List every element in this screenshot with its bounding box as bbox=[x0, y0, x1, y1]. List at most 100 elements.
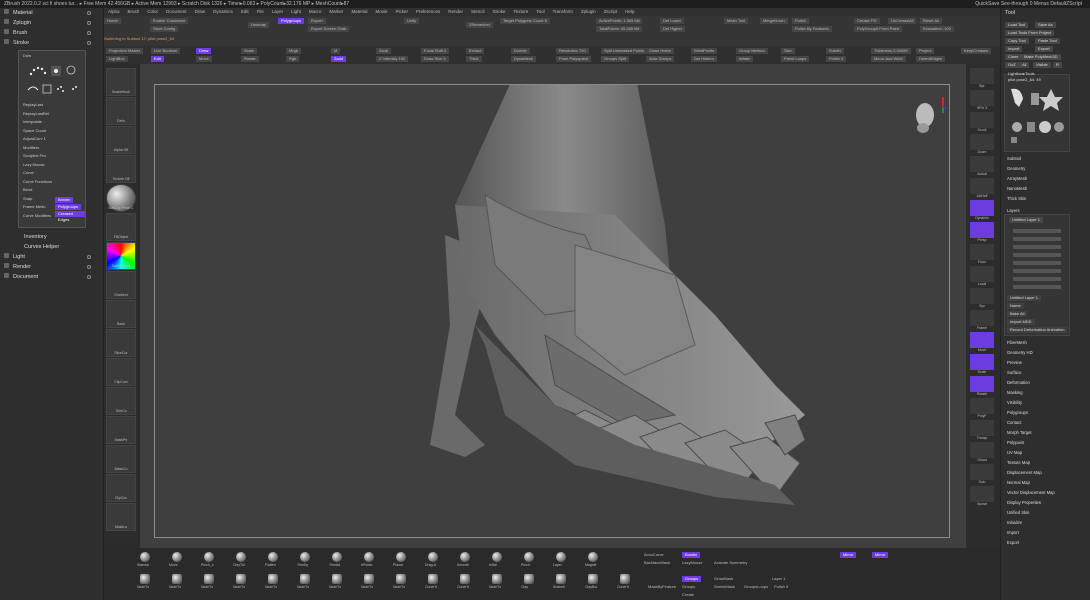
shelf-button[interactable]: Store Config bbox=[150, 26, 179, 32]
tool-button[interactable]: Copy Tool bbox=[1005, 38, 1029, 44]
tool-menu-item[interactable]: Polygroups bbox=[1007, 408, 1028, 418]
shelf-button[interactable]: MergeDown bbox=[760, 18, 788, 24]
shelf-control[interactable]: Panel Loops bbox=[781, 56, 810, 62]
shelf-control[interactable]: M bbox=[331, 48, 341, 54]
gear-icon[interactable] bbox=[87, 255, 91, 259]
shelf-control[interactable]: Split Unmasked Points bbox=[601, 48, 648, 54]
view-tool-icon[interactable] bbox=[970, 398, 994, 414]
brush-icon[interactable] bbox=[556, 574, 566, 584]
shelf-control[interactable]: WeldPoints bbox=[691, 48, 718, 54]
palette-brush[interactable]: Brush bbox=[4, 28, 27, 38]
tool-menu-item[interactable]: NanoMesh bbox=[1007, 184, 1027, 194]
stroke-row[interactable]: Curve Functions bbox=[23, 178, 52, 185]
shelf-control[interactable]: Thickness 0.00059 bbox=[871, 48, 911, 54]
brush-icon[interactable] bbox=[236, 552, 246, 562]
bottom-control[interactable]: GroupsLoops bbox=[744, 584, 768, 590]
bottom-control[interactable]: Activate Symmetry bbox=[714, 560, 747, 566]
shelf-control[interactable]: Auto Groups bbox=[646, 56, 675, 62]
shelf-button[interactable]: Del Higher bbox=[660, 26, 685, 32]
stroke-mesh-button[interactable]: Border bbox=[55, 197, 74, 203]
menu-stencil[interactable]: Stencil bbox=[467, 8, 489, 16]
tool-menu-item[interactable]: Deformation bbox=[1007, 378, 1030, 388]
shelf-control[interactable]: Rgb bbox=[286, 56, 300, 62]
shelf-button[interactable]: Crease PG bbox=[854, 18, 880, 24]
menu-render[interactable]: Render bbox=[444, 8, 467, 16]
tool-menu-item[interactable]: ArrayMesh bbox=[1007, 174, 1027, 184]
orientation-head-icon[interactable] bbox=[907, 93, 947, 137]
menu-light[interactable]: Light bbox=[287, 8, 305, 16]
shelf-control[interactable]: Project bbox=[916, 48, 935, 54]
view-tool-icon[interactable] bbox=[970, 464, 994, 480]
shelf-control[interactable]: Zsub bbox=[376, 48, 391, 54]
shelf-control[interactable]: Mrgb bbox=[286, 48, 302, 54]
shelf-control[interactable]: Size bbox=[781, 48, 795, 54]
menu-transform[interactable]: Transform bbox=[549, 8, 577, 16]
brush-icon[interactable] bbox=[588, 552, 598, 562]
shelf-button[interactable]: Evaluation -100 bbox=[920, 26, 954, 32]
stroke-row[interactable]: Lazy Mouse bbox=[23, 161, 45, 168]
gear-icon[interactable] bbox=[87, 265, 91, 269]
tool-button[interactable]: Visible bbox=[1033, 62, 1051, 68]
gear-icon[interactable] bbox=[87, 275, 91, 279]
brush-icon[interactable] bbox=[172, 552, 182, 562]
tool-menu-item[interactable]: Normal Map bbox=[1007, 478, 1030, 488]
shelf-control[interactable]: Zadd bbox=[331, 56, 347, 62]
menu-layer[interactable]: Layer bbox=[268, 8, 287, 16]
shelf-control[interactable]: Scale bbox=[241, 48, 258, 54]
tool-menu-item[interactable]: Subtool bbox=[1007, 154, 1021, 164]
stroke-types-grid[interactable] bbox=[23, 60, 83, 98]
view-tool-icon[interactable] bbox=[970, 244, 994, 260]
shelf-control[interactable]: DetectEdges bbox=[916, 56, 945, 62]
stroke-row[interactable]: Sculptris Pro bbox=[23, 152, 46, 159]
tool-button[interactable]: R bbox=[1053, 62, 1062, 68]
tool-menu-item[interactable]: Texture Map bbox=[1007, 458, 1030, 468]
shelf-button[interactable]: Export Screen Grab bbox=[308, 26, 350, 32]
bottom-control[interactable]: Groups bbox=[682, 576, 702, 582]
menu-file[interactable]: File bbox=[253, 8, 268, 16]
bottom-control[interactable]: Mirror bbox=[872, 552, 889, 558]
brush-icon[interactable] bbox=[364, 552, 374, 562]
shelf-control[interactable]: LightBox bbox=[106, 56, 128, 62]
tool-button[interactable]: All bbox=[1019, 62, 1030, 68]
tool-button[interactable]: Paste Tool bbox=[1035, 38, 1060, 44]
view-tool-icon[interactable] bbox=[970, 288, 994, 304]
view-tool-icon[interactable] bbox=[970, 486, 994, 502]
shelf-control[interactable]: Groups Split bbox=[601, 56, 630, 62]
shelf-control[interactable]: Projection Master bbox=[106, 48, 144, 54]
shelf-button[interactable]: Home bbox=[104, 18, 121, 24]
brush-icon[interactable] bbox=[588, 574, 598, 584]
brush-icon[interactable] bbox=[428, 574, 438, 584]
bottom-control[interactable]: LazyMouse bbox=[682, 560, 702, 566]
shelf-control[interactable]: Extract bbox=[466, 48, 485, 54]
menu-zscript[interactable]: Zscript bbox=[600, 8, 622, 16]
brush-icon[interactable] bbox=[268, 574, 278, 584]
bottom-control[interactable]: Layer 1 bbox=[772, 576, 785, 582]
menu-document[interactable]: Document bbox=[162, 8, 191, 16]
layer-footer-button[interactable]: Record Deformation Animation bbox=[1007, 327, 1068, 333]
bottom-control[interactable]: Mirror bbox=[840, 552, 857, 558]
stroke-mesh-button[interactable]: Creased Edges bbox=[55, 211, 85, 222]
palette-inventory[interactable]: Inventory bbox=[24, 232, 47, 242]
bottom-control[interactable]: AccuCurve bbox=[644, 552, 664, 558]
view-tool-icon[interactable] bbox=[970, 134, 994, 150]
menu-texture[interactable]: Texture bbox=[510, 8, 533, 16]
tool-menu-item[interactable]: Polypaint bbox=[1007, 438, 1024, 448]
menu-edit[interactable]: Edit bbox=[237, 8, 253, 16]
palette-curves-helper[interactable]: Curves Helper bbox=[24, 242, 59, 252]
shelf-control[interactable]: Subdiv bbox=[826, 48, 845, 54]
menu-tool[interactable]: Tool bbox=[532, 8, 548, 16]
brush-icon[interactable] bbox=[204, 574, 214, 584]
shelf-button[interactable]: UnCreaseAll bbox=[888, 18, 917, 24]
bottom-control[interactable]: GrowMask bbox=[714, 576, 733, 582]
shelf-control[interactable]: Thick bbox=[466, 56, 482, 62]
tool-button[interactable]: GoZ bbox=[1005, 62, 1019, 68]
shelf-button[interactable]: Del Lower bbox=[660, 18, 685, 24]
shelf-control[interactable]: Edit bbox=[151, 56, 164, 62]
shelf-control[interactable]: Polish 0 bbox=[826, 56, 847, 62]
brush-icon[interactable] bbox=[428, 552, 438, 562]
shelf-button[interactable]: Export bbox=[308, 18, 326, 24]
tool-menu-item[interactable]: Unified Skin bbox=[1007, 508, 1029, 518]
shelf-button[interactable]: Polish bbox=[792, 18, 809, 24]
shelf-control[interactable]: KeepCreases bbox=[961, 48, 992, 54]
tool-menu-item[interactable]: Vector Displacement Map bbox=[1007, 488, 1055, 498]
